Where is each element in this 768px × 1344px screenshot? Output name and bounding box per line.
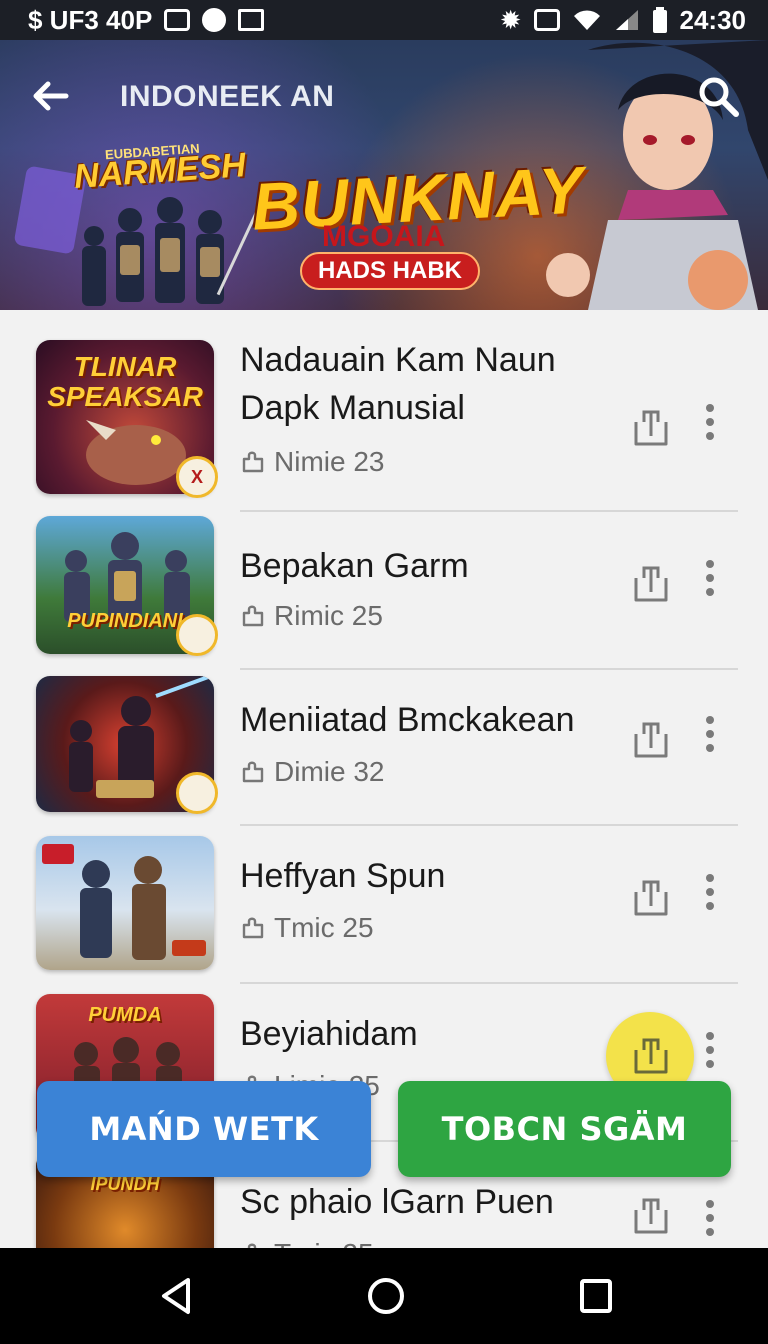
wifi-icon	[573, 10, 600, 30]
game-badge-icon	[176, 614, 218, 656]
share-icon[interactable]	[630, 1034, 672, 1076]
left-action-button[interactable]: MAŃD WETK	[37, 1081, 371, 1177]
game-meta: Dimie 32	[240, 756, 384, 788]
image-notification-icon	[238, 9, 265, 31]
chat-notification-icon	[202, 8, 227, 32]
banner-subtitle: MGOAIA	[322, 220, 446, 253]
game-title[interactable]: Beyiahidam	[240, 1010, 630, 1058]
game-meta-text: Nimie 23	[274, 446, 385, 477]
game-meta: Tmic 25	[240, 912, 374, 944]
game-title[interactable]: Meniiatad Bmckakean	[240, 696, 630, 744]
more-options-icon[interactable]	[696, 714, 724, 756]
puzzle-icon	[242, 917, 264, 939]
puzzle-icon	[247, 1243, 257, 1248]
game-meta: Rimic 25	[240, 600, 383, 632]
battery-icon	[652, 7, 667, 33]
share-icon[interactable]	[630, 1194, 672, 1236]
game-meta-text: Dimie 32	[274, 756, 385, 787]
puzzle-icon	[242, 451, 264, 473]
header-banner: EUBDABETIAN NARMESH BUNKNAY MGOAIA HADS …	[0, 40, 768, 310]
game-meta-text: Rimic 25	[274, 600, 383, 631]
status-bar: $ UF3 40P ✹ 24:30	[0, 0, 768, 40]
more-options-icon[interactable]	[696, 1198, 724, 1240]
more-options-icon[interactable]	[696, 1030, 724, 1072]
save-notification-icon	[164, 9, 191, 31]
settings-gear-icon: ✹	[499, 4, 522, 35]
list-item[interactable]: Meniiatad Bmckakean Dimie 32	[0, 670, 768, 826]
cast-icon	[533, 9, 560, 31]
back-arrow-icon[interactable]	[26, 72, 74, 120]
nav-recents-icon[interactable]	[579, 1278, 613, 1314]
page-title: INDONEEK AN	[120, 80, 335, 113]
right-action-button[interactable]: TOBCN SGÄM	[398, 1081, 731, 1177]
game-badge-icon: X	[176, 456, 218, 498]
thumbnail-caption: IPUNDH	[90, 1174, 160, 1194]
puzzle-icon	[242, 761, 264, 783]
list-item[interactable]: TLINAR SPEAKSAR X Nadauain Kam Naun Dapk…	[0, 310, 768, 512]
list-item[interactable]: PUPINDIANI Bepakan Garm Rimic 25	[0, 512, 768, 670]
navigation-bar	[0, 1248, 768, 1344]
status-time: 24:30	[679, 4, 747, 35]
status-left: $ UF3 40P	[28, 4, 265, 36]
game-title[interactable]: Sc phaio lGarn Puen	[240, 1178, 630, 1226]
game-thumbnail[interactable]	[36, 836, 214, 970]
nav-back-icon[interactable]	[158, 1276, 194, 1316]
banner-pill: HADS HABK	[300, 252, 480, 290]
search-icon[interactable]	[694, 72, 742, 120]
share-icon[interactable]	[630, 718, 672, 760]
status-left-text: $ UF3 40P	[28, 4, 153, 35]
more-options-icon[interactable]	[696, 402, 724, 444]
list-item[interactable]: Heffyan Spun Tmic 25	[0, 826, 768, 984]
heroes-art	[42, 844, 206, 960]
game-meta-text: Tmic 25	[274, 912, 374, 943]
share-icon[interactable]	[630, 876, 672, 918]
game-title[interactable]: Nadauain Kam Naun Dapk Manusial	[240, 336, 630, 432]
signal-icon	[615, 10, 638, 30]
game-meta: Nimie 23	[240, 446, 384, 478]
game-badge-icon	[176, 772, 218, 814]
game-title[interactable]: Bepakan Garm	[240, 542, 630, 590]
share-icon[interactable]	[630, 562, 672, 604]
more-options-icon[interactable]	[696, 872, 724, 914]
game-meta-text: Tmic 25	[274, 1238, 374, 1248]
share-icon[interactable]	[630, 406, 672, 448]
status-right: ✹ 24:30	[500, 5, 746, 36]
nav-home-icon[interactable]	[366, 1276, 406, 1316]
more-options-icon[interactable]	[696, 558, 724, 600]
puzzle-icon	[242, 605, 264, 627]
game-meta: Tmic 25	[240, 1238, 374, 1248]
game-title[interactable]: Heffyan Spun	[240, 852, 630, 900]
